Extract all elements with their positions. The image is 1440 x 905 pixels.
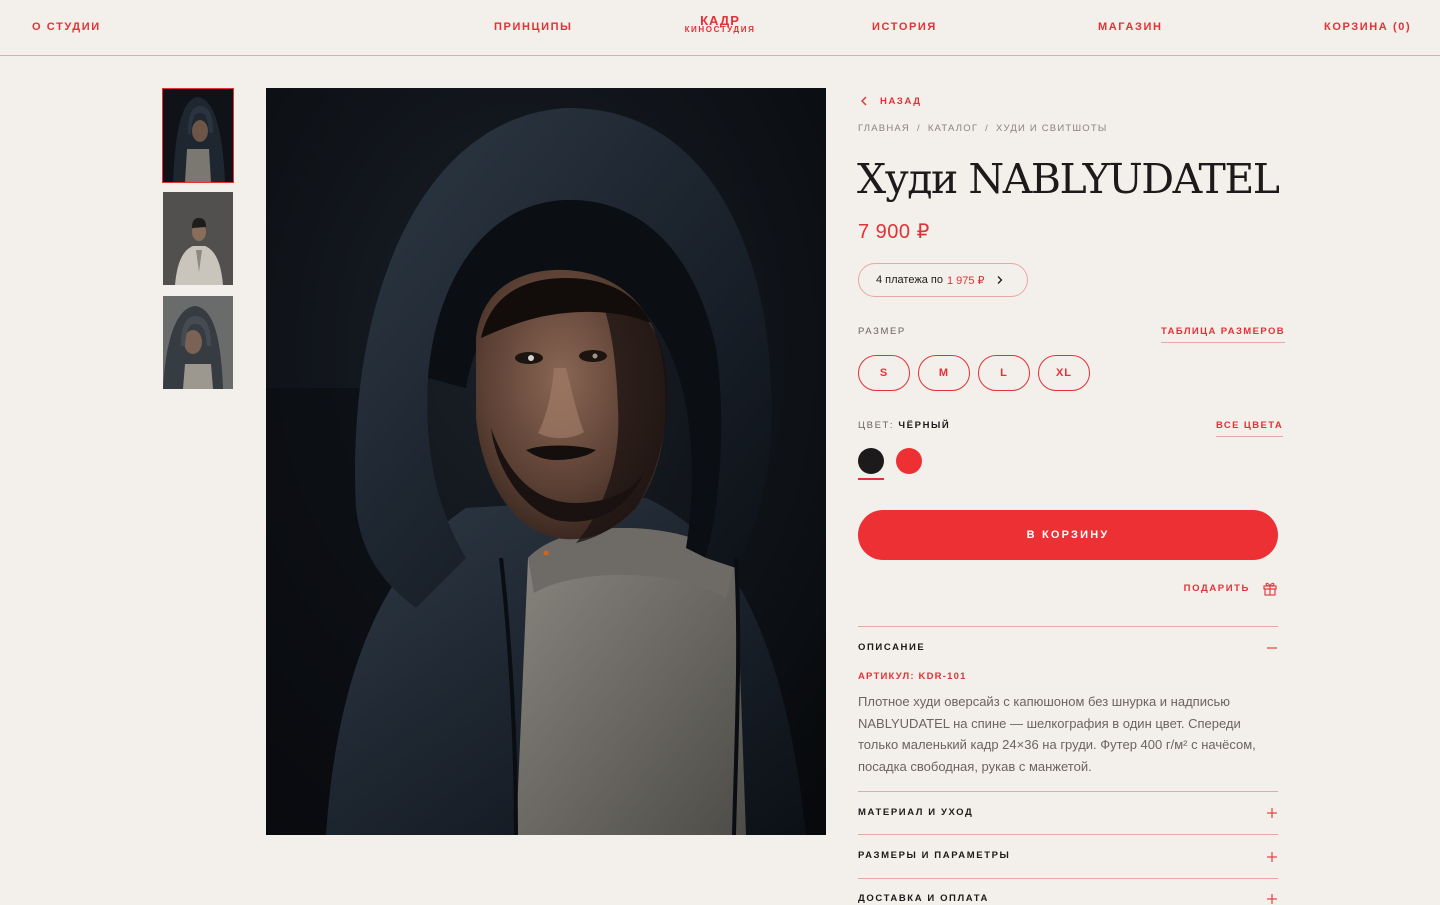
add-to-cart-button[interactable]: В КОРЗИНУ [858, 510, 1278, 560]
color-swatch-black[interactable] [858, 448, 884, 474]
size-chart-link[interactable]: ТАБЛИЦА РАЗМЕРОВ [1161, 326, 1286, 343]
gallery-thumbnail-1[interactable] [162, 88, 234, 183]
thumbnail-image [163, 89, 233, 182]
accordion-description-title[interactable]: ОПИСАНИЕ [858, 642, 925, 653]
nav-principles[interactable]: ПРИНЦИПЫ [494, 21, 573, 33]
logo-sub: КИНОСТУДИЯ [684, 25, 756, 34]
gallery-thumbnail-2[interactable] [163, 192, 233, 285]
nav-cart[interactable]: КОРЗИНА (0) [1324, 21, 1411, 33]
back-label: НАЗАД [880, 95, 922, 107]
size-label: РАЗМЕР [858, 326, 906, 337]
breadcrumb-separator: / [916, 123, 921, 134]
product-price: 7 900 ₽ [858, 221, 930, 243]
selected-color-indicator [858, 478, 884, 480]
logo[interactable]: КАДР КИНОСТУДИЯ [681, 14, 759, 34]
breadcrumb-separator: / [985, 123, 990, 134]
thumbnail-image [163, 296, 233, 389]
breadcrumb: ГЛАВНАЯ / КАТАЛОГ / ХУДИ И СВИТШОТЫ [858, 123, 1107, 134]
gift-icon [1263, 582, 1277, 596]
size-option-xl[interactable]: XL [1038, 355, 1090, 391]
breadcrumb-home[interactable]: ГЛАВНАЯ [858, 123, 910, 134]
accordion-sizes-title[interactable]: РАЗМЕРЫ И ПАРАМЕТРЫ [858, 850, 1010, 861]
nav-shop[interactable]: МАГАЗИН [1098, 21, 1163, 33]
chevron-left-icon [861, 96, 867, 106]
hoodie-model-photo [266, 88, 826, 835]
product-description: Плотное худи оверсайз с капюшоном без шн… [858, 694, 1256, 774]
divider [858, 878, 1278, 879]
chevron-right-icon [997, 276, 1002, 284]
gallery-thumbnail-3[interactable] [163, 296, 233, 389]
size-option-s[interactable]: S [858, 355, 910, 391]
plus-icon[interactable] [1266, 807, 1278, 819]
gift-label: ПОДАРИТЬ [1183, 582, 1250, 594]
color-swatch-red[interactable] [896, 448, 922, 474]
thumbnail-image [163, 192, 233, 285]
site-header: О СТУДИИ ПРИНЦИПЫ КАДР КИНОСТУДИЯ ИСТОРИ… [0, 0, 1440, 56]
divider [858, 791, 1278, 792]
product-title: Худи NABLYUDATEL [857, 155, 1280, 203]
breadcrumb-category[interactable]: ХУДИ И СВИТШОТЫ [996, 123, 1107, 134]
color-value: ЧЁРНЫЙ [898, 420, 951, 431]
main-product-image [266, 88, 826, 835]
accordion-material-title[interactable]: МАТЕРИАЛ И УХОД [858, 807, 973, 818]
gift-button[interactable]: ПОДАРИТЬ [1184, 580, 1278, 596]
all-colors-link[interactable]: ВСЕ ЦВЕТА [1216, 420, 1284, 437]
plus-icon[interactable] [1266, 893, 1278, 905]
breadcrumb-catalog[interactable]: КАТАЛОГ [928, 123, 978, 134]
nav-about[interactable]: О СТУДИИ [32, 21, 101, 33]
plus-icon[interactable] [1266, 851, 1278, 863]
color-label-prefix: ЦВЕТ: [858, 420, 895, 431]
divider [858, 834, 1278, 835]
nav-history[interactable]: ИСТОРИЯ [872, 21, 937, 33]
back-link[interactable]: НАЗАД [858, 95, 922, 107]
installments-button[interactable]: 4 платежа по 1 975 ₽ [858, 263, 1028, 297]
product-sku: АРТИКУЛ: KDR-101 [858, 671, 967, 682]
accordion-delivery-title[interactable]: ДОСТАВКА И ОПЛАТА [858, 893, 989, 904]
minus-icon[interactable] [1266, 642, 1278, 654]
divider [858, 626, 1278, 627]
color-label: ЦВЕТ: ЧЁРНЫЙ [858, 420, 950, 431]
installments-amount: 1 975 ₽ [946, 274, 985, 287]
size-option-m[interactable]: M [918, 355, 970, 391]
size-option-l[interactable]: L [978, 355, 1030, 391]
installments-text: 4 платежа по [876, 274, 943, 286]
